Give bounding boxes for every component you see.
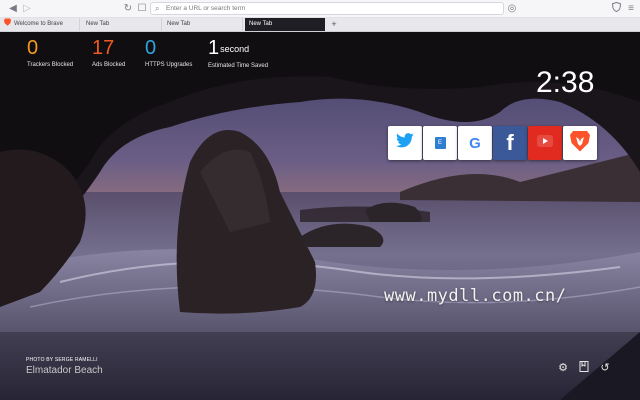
top-site-e[interactable]: E [423,126,457,160]
stat-label: Ads Blocked [92,62,126,68]
reload-icon[interactable]: ↻ [121,2,135,15]
e-icon: E [434,137,446,149]
bookmark-icon[interactable]: ☐ [135,2,149,15]
tab-label: New Tab [167,21,191,27]
clock: 2:38 [536,66,595,99]
twitter-icon [396,133,414,153]
stat-trackers-blocked: 0 Trackers Blocked [27,37,73,69]
photo-credit-author: PHOTO BY SERGE RAMELLI [26,357,98,363]
facebook-icon: f [506,130,514,155]
bookmarks-icon[interactable] [577,361,591,375]
brave-lion-icon [4,18,11,26]
tab-strip: Welcome to Brave New Tab New Tab New Tab… [0,18,640,32]
browser-toolbar: ◀ ▷ ↻ ☐ ⌕ ◎ ≡ [0,0,640,18]
stat-ads-blocked: 17 Ads Blocked [92,37,125,69]
stat-value: 0 [145,37,157,59]
tab-new-active[interactable]: New Tab [245,18,325,31]
url-bar[interactable]: ⌕ [150,2,504,15]
photo-credit-location: Elmatador Beach [26,365,103,376]
search-icon: ⌕ [155,4,160,13]
photo-credit[interactable]: PHOTO BY SERGE RAMELLI Elmatador Beach [26,357,103,377]
top-site-facebook[interactable]: f [493,126,527,160]
back-arrow-icon[interactable]: ◀ [6,2,20,15]
forward-arrow-icon[interactable]: ▷ [20,2,34,15]
tab-label: Welcome to Brave [14,21,63,27]
url-input[interactable] [166,3,496,14]
top-site-google[interactable]: G [458,126,492,160]
stat-time-saved: 1second Estimated Time Saved [208,37,268,70]
new-tab-button[interactable]: + [328,18,340,31]
history-icon[interactable]: ↺ [598,361,612,375]
top-site-brave[interactable] [563,126,597,160]
stat-label: Estimated Time Saved [208,63,269,69]
watermark-text: www.mydll.com.cn/ [384,286,567,306]
google-icon: G [469,134,481,152]
stat-value: 1 [208,37,220,59]
stat-https-upgrades: 0 HTTPS Upgrades [145,37,192,69]
tab-label: New Tab [249,21,273,27]
site-info-icon[interactable]: ◎ [505,2,519,15]
tab-label: New Tab [86,21,110,27]
stat-label: Trackers Blocked [27,62,74,68]
settings-icon[interactable]: ⚙ [556,361,570,375]
tab-new-1[interactable]: New Tab [82,18,162,31]
youtube-icon [537,134,553,152]
tab-welcome[interactable]: Welcome to Brave [0,18,80,31]
top-site-youtube[interactable] [528,126,562,160]
stat-value: 17 [92,37,115,59]
tab-new-2[interactable]: New Tab [163,18,243,31]
brave-shield-icon[interactable] [609,1,623,15]
menu-icon[interactable]: ≡ [624,2,638,15]
top-site-twitter[interactable] [388,126,422,160]
stat-label: HTTPS Upgrades [145,62,193,68]
stat-value: 0 [27,37,39,59]
stat-unit: second [220,44,250,54]
top-sites: E G f [388,126,597,160]
brave-lion-icon [570,130,590,157]
